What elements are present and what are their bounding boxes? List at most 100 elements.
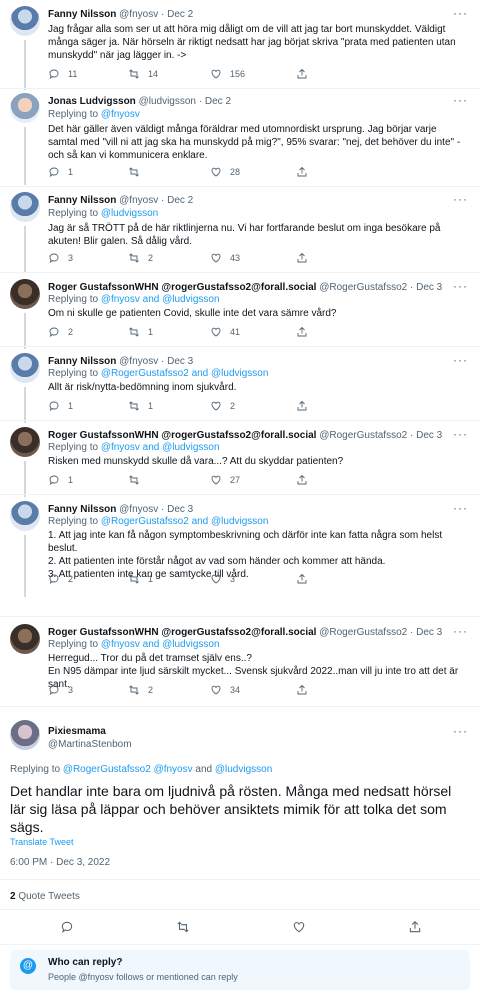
like-button[interactable]: 41 <box>210 326 240 338</box>
share-button[interactable] <box>296 252 316 264</box>
avatar[interactable] <box>10 501 40 531</box>
quote-tweets-link[interactable]: 2 Quote Tweets <box>10 891 80 902</box>
like-button[interactable]: 28 <box>210 166 240 178</box>
reply-button[interactable]: 11 <box>48 68 77 80</box>
share-button[interactable] <box>296 166 316 178</box>
avatar[interactable] <box>10 93 40 123</box>
retweet-button[interactable]: 14 <box>128 68 158 80</box>
author-handle[interactable]: @fnyosv <box>119 504 158 515</box>
reply-button[interactable]: 3 <box>48 252 73 264</box>
author-handle[interactable]: @MartinaStenbom <box>48 739 132 750</box>
mention-link[interactable]: @ludvigsson <box>211 368 268 379</box>
author-name[interactable]: Roger GustafssonWHN @rogerGustafsso2@for… <box>48 282 316 293</box>
like-button[interactable]: 2 <box>210 400 235 412</box>
tweet-header: Fanny Nilsson @fnyosv · Dec 3 <box>48 504 194 515</box>
share-button[interactable] <box>408 920 422 934</box>
author-handle[interactable]: @ludvigsson <box>139 96 196 107</box>
reply-button[interactable]: 2 <box>48 326 73 338</box>
more-icon[interactable]: ··· <box>453 724 468 738</box>
avatar[interactable] <box>10 6 40 36</box>
avatar[interactable] <box>10 192 40 222</box>
mention-link[interactable]: @RogerGustafsso2 <box>101 516 189 527</box>
tweet-date[interactable]: Dec 2 <box>167 9 193 20</box>
mention-link[interactable]: @fnyosv <box>101 442 140 453</box>
retweet-button[interactable]: 2 <box>128 252 153 264</box>
mention-link[interactable]: @fnyosv <box>101 294 140 305</box>
mention-link[interactable]: @RogerGustafsso2 <box>101 368 189 379</box>
more-icon[interactable]: ··· <box>453 501 468 515</box>
mention-link[interactable]: @ludvigsson <box>211 516 268 527</box>
tweet-timestamp[interactable]: 6:00 PM · Dec 3, 2022 <box>10 857 110 868</box>
author-handle[interactable]: @RogerGustafsso2 <box>319 282 407 293</box>
share-button[interactable] <box>296 326 316 338</box>
author-name[interactable]: Pixiesmama <box>48 726 106 737</box>
reply-button[interactable]: 1 <box>48 400 73 412</box>
mention-link[interactable]: @ludvigsson <box>162 294 219 305</box>
like-button[interactable]: 27 <box>210 474 240 486</box>
tweet-date[interactable]: Dec 2 <box>205 96 231 107</box>
author-name[interactable]: Roger GustafssonWHN @rogerGustafsso2@for… <box>48 627 316 638</box>
retweet-count: 1 <box>148 401 154 411</box>
mention-link[interactable]: @ludvigsson <box>162 639 219 650</box>
mention-link[interactable]: @ludvigsson <box>162 442 219 453</box>
mention-link[interactable]: @ludvigsson <box>101 208 158 219</box>
more-icon[interactable]: ··· <box>453 279 468 293</box>
tweet-date[interactable]: Dec 3 <box>416 627 442 638</box>
more-icon[interactable]: ··· <box>453 427 468 441</box>
like-button[interactable]: 156 <box>210 68 245 80</box>
translate-link[interactable]: Translate Tweet <box>10 837 74 847</box>
reply-button[interactable]: 2 <box>48 573 73 585</box>
author-handle[interactable]: @RogerGustafsso2 <box>319 627 407 638</box>
mention-link[interactable]: @RogerGustafsso2 <box>63 764 151 775</box>
share-button[interactable] <box>296 474 316 486</box>
reply-button[interactable]: 1 <box>48 474 73 486</box>
tweet-date[interactable]: Dec 3 <box>416 430 442 441</box>
author-handle[interactable]: @RogerGustafsso2 <box>319 430 407 441</box>
tweet-date[interactable]: Dec 2 <box>167 195 193 206</box>
like-button[interactable]: 34 <box>210 684 240 696</box>
author-name[interactable]: Roger GustafssonWHN @rogerGustafsso2@for… <box>48 430 316 441</box>
reply-button[interactable] <box>60 920 74 934</box>
author-name[interactable]: Fanny Nilsson <box>48 356 116 367</box>
share-button[interactable] <box>296 684 316 696</box>
author-name[interactable]: Fanny Nilsson <box>48 504 116 515</box>
author-handle[interactable]: @fnyosv <box>119 9 158 20</box>
author-name[interactable]: Jonas Ludvigsson <box>48 96 136 107</box>
retweet-button[interactable]: 2 <box>128 684 153 696</box>
share-button[interactable] <box>296 68 316 80</box>
like-button[interactable]: 43 <box>210 252 240 264</box>
avatar[interactable] <box>10 353 40 383</box>
share-button[interactable] <box>296 400 316 412</box>
retweet-button[interactable]: 1 <box>128 573 153 585</box>
like-button[interactable] <box>292 920 306 934</box>
mention-link[interactable]: @fnyosv <box>101 109 140 120</box>
author-handle[interactable]: @fnyosv <box>119 195 158 206</box>
retweet-button[interactable]: 1 <box>128 400 153 412</box>
retweet-button[interactable]: 1 <box>128 326 153 338</box>
more-icon[interactable]: ··· <box>453 353 468 367</box>
avatar[interactable] <box>10 427 40 457</box>
retweet-button[interactable] <box>176 920 190 934</box>
tweet-date[interactable]: Dec 3 <box>167 504 193 515</box>
avatar[interactable] <box>10 720 40 750</box>
reply-button[interactable]: 1 <box>48 166 73 178</box>
mention-link[interactable]: @ludvigsson <box>215 764 272 775</box>
like-button[interactable]: 3 <box>210 573 235 585</box>
mention-link[interactable]: @fnyosv <box>154 764 193 775</box>
more-icon[interactable]: ··· <box>453 192 468 206</box>
reply-button[interactable]: 3 <box>48 684 73 696</box>
author-name[interactable]: Fanny Nilsson <box>48 195 116 206</box>
share-button[interactable] <box>296 573 316 585</box>
retweet-button[interactable] <box>128 166 148 178</box>
more-icon[interactable]: ··· <box>453 6 468 20</box>
more-icon[interactable]: ··· <box>453 93 468 107</box>
mention-link[interactable]: @fnyosv <box>101 639 140 650</box>
tweet-date[interactable]: Dec 3 <box>416 282 442 293</box>
author-handle[interactable]: @fnyosv <box>119 356 158 367</box>
more-icon[interactable]: ··· <box>453 624 468 638</box>
tweet-date[interactable]: Dec 3 <box>167 356 193 367</box>
avatar[interactable] <box>10 279 40 309</box>
author-name[interactable]: Fanny Nilsson <box>48 9 116 20</box>
avatar[interactable] <box>10 624 40 654</box>
retweet-button[interactable] <box>128 474 148 486</box>
